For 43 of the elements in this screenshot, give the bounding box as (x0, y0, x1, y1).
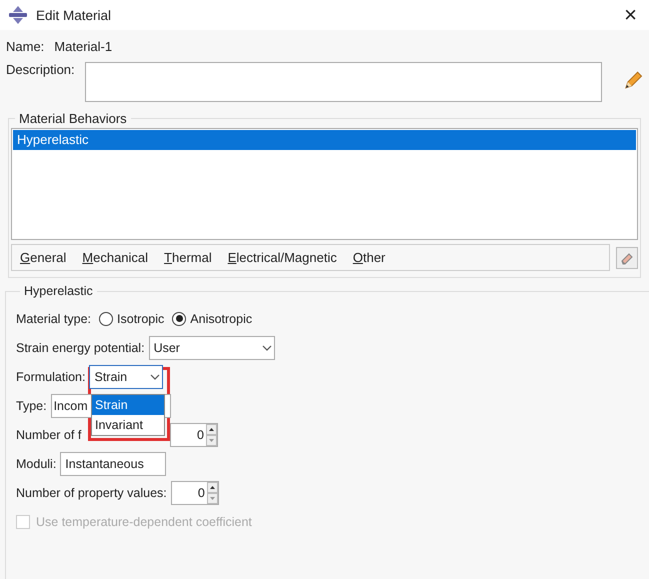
behaviors-list[interactable]: Hyperelastic (11, 128, 638, 240)
field-label: Number of f (16, 428, 82, 442)
field-label: Description: (6, 62, 75, 77)
spinner-field[interactable]: 0 (170, 480, 219, 504)
dropdown[interactable]: User (148, 336, 275, 360)
group-title: Hyperelastic (23, 284, 94, 298)
dropdown-option[interactable]: Invariant (92, 415, 164, 435)
dropdown-option[interactable]: Strain (92, 395, 164, 415)
field-label: Formulation: (16, 370, 86, 384)
group-title: Material Behaviors (18, 111, 128, 126)
field-label: Name: (6, 38, 44, 54)
app-logo-icon (8, 5, 28, 25)
window-title: Edit Material (36, 8, 112, 22)
dropdown[interactable]: Strain (89, 364, 164, 388)
chevron-down-icon (262, 344, 272, 352)
checkbox-label: Use temperature-dependent coefficient (36, 514, 252, 528)
radio-label: Isotropic (117, 312, 164, 326)
field-label: Strain energy potential: (16, 340, 145, 354)
radio-label: Anisotropic (190, 312, 252, 326)
dropdown-value: Strain (94, 370, 128, 384)
spinner-arrows-icon[interactable] (206, 424, 217, 446)
menu-item[interactable]: Thermal (164, 250, 212, 265)
close-button[interactable]: × (620, 4, 641, 26)
input-field[interactable]: Instantaneous (60, 452, 166, 476)
spinner-arrows-icon[interactable] (206, 482, 218, 504)
name-value: Material-1 (54, 38, 112, 54)
menu-item[interactable]: Mechanical (82, 250, 148, 265)
field-label: Number of property values: (16, 486, 167, 500)
field-label: Type: (16, 398, 47, 412)
menu-item[interactable]: General (20, 250, 66, 265)
spinner-field[interactable]: 0 (170, 422, 218, 446)
field-label: Material type: (16, 312, 92, 326)
description-field[interactable] (84, 62, 602, 102)
radio-button[interactable] (99, 312, 114, 326)
field-label: Moduli: (16, 456, 56, 470)
eraser-button[interactable] (616, 246, 638, 268)
menu-item[interactable]: Electrical/Magnetic (228, 250, 337, 265)
dropdown-value: User (154, 340, 181, 354)
eraser-icon (620, 250, 634, 264)
chevron-down-icon (150, 372, 160, 380)
radio-button[interactable] (172, 312, 186, 326)
menu-item[interactable]: Other (352, 250, 386, 265)
list-item[interactable]: Hyperelastic (13, 130, 636, 150)
